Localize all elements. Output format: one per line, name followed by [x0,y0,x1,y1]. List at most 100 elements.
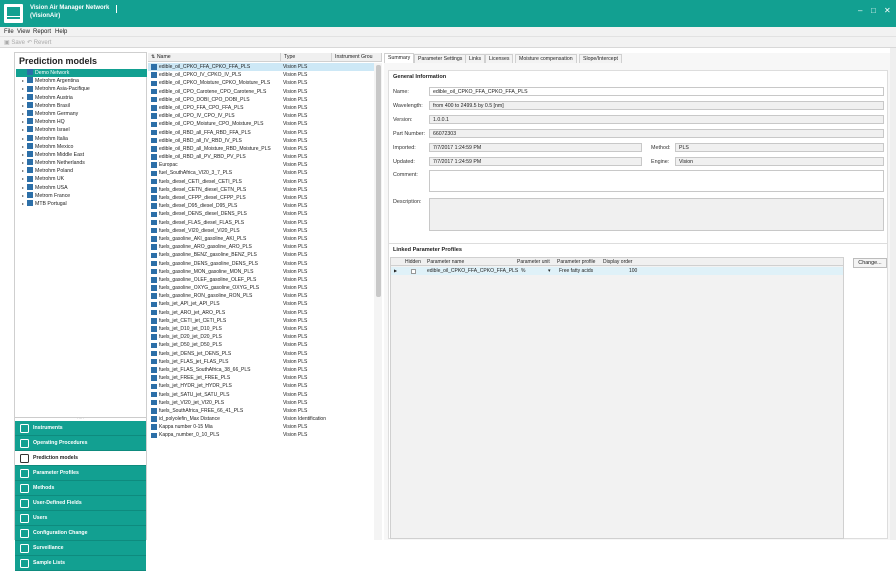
list-item[interactable]: fuels_diesel_CFPP_diesel_CFPP_PLS Vision … [148,194,374,202]
menu-help[interactable]: Help [55,29,67,35]
maximize-button[interactable]: □ [871,6,876,15]
nav-button[interactable]: Instruments [15,421,146,436]
list-item[interactable]: fuels_jet_FLAS_SouthAfrica_38_66_PLS Visi… [148,366,374,374]
unit-dropdown-arrow-icon[interactable]: ▾ [548,267,551,275]
list-item[interactable]: fuels_gasoline_MON_gasoline_MON_PLS Visio… [148,268,374,276]
list-item[interactable]: fuels_jet_API_jet_API_PLS Vision PLS [148,300,374,308]
tab-summary[interactable]: Summary [384,53,415,63]
column-parameter-profile[interactable]: Parameter profile [557,258,595,266]
nav-button[interactable]: Parameter Profiles [15,466,146,481]
list-item[interactable]: id_polyolefin_Max Distance Vision Identif… [148,415,374,423]
list-item[interactable]: fuels_SouthAfrica_FREE_66_41_PLS Vision P… [148,407,374,415]
list-item[interactable]: edible_oil_RBD_all_PV_RBD_PV_PLS Vision P… [148,153,374,161]
nav-splitter[interactable]: ····· [15,417,146,421]
linked-parameter-unit[interactable]: % [521,267,525,275]
list-item[interactable]: Europac Vision PLS [148,161,374,169]
column-instrument-group[interactable]: Instrument Grou [332,53,382,62]
tab-parameter-settings[interactable]: Parameter Settings [414,54,467,63]
close-button[interactable]: ✕ [884,6,891,15]
nav-button[interactable]: Users [15,511,146,526]
name-field[interactable]: edible_oil_CPKO_FFA_CPKO_FFA_PLS [429,87,884,96]
tab-licenses[interactable]: Licenses [485,54,514,63]
list-item[interactable]: edible_oil_CPO_Moisture_CPO_Moisture_PLS… [148,120,374,128]
list-item[interactable]: fuels_gasoline_ARO_gasoline_ARO_PLS Visio… [148,243,374,251]
linked-profile-row[interactable]: ▶ edible_oil_CPKO_FFA_CPKO_FFA_PLS % ▾ F… [391,267,843,275]
tree-item[interactable]: ▸ Metrohm Germany [16,110,147,118]
list-item[interactable]: fuels_gasoline_DENS_gasoline_DENS_PLS Vis… [148,260,374,268]
nav-button[interactable]: Prediction models [15,451,146,466]
list-item[interactable]: fuels_diesel_CETN_diesel_CETN_PLS Vision … [148,186,374,194]
list-item[interactable]: fuels_gasoline_OLEF_gasoline_OLEF_PLS Vis… [148,276,374,284]
tree-item[interactable]: ▸ Metrohm Italia [16,134,147,143]
column-type[interactable]: Type [281,53,332,62]
list-item[interactable]: edible_oil_RBD_all_Moisture_RBD_Moisture… [148,145,374,153]
list-item[interactable]: edible_oil_CPO_DOBI_CPO_DOBI_PLS Vision P… [148,96,374,104]
tree-item[interactable]: ▸ Metrohm HQ [16,118,147,126]
list-item[interactable]: fuels_jet_CETI_jet_CETI_PLS Vision PLS [148,317,374,325]
list-item[interactable]: fuels_jet_FREE_jet_FREE_PLS Vision PLS [148,374,374,382]
tree-item[interactable]: ▸ Metrohm Poland [16,167,147,175]
list-item[interactable]: Kappa_number_0_10_PLS Vision PLS [148,431,374,439]
list-item[interactable]: fuels_jet_D10_jet_D10_PLS Vision PLS [148,325,374,333]
tree-item[interactable]: ▸ Metrohm Brasil [16,101,147,110]
list-item[interactable]: fuels_jet_FLAS_jet_FLAS_PLS Vision PLS [148,358,374,366]
list-scrollbar[interactable] [374,63,382,540]
column-hidden[interactable]: Hidden [405,258,421,266]
list-item[interactable]: fuels_jet_D20_jet_D20_PLS Vision PLS [148,333,374,341]
list-item[interactable]: Kappa number 0-15 Mia Vision PLS [148,423,374,431]
tree-item[interactable]: ▸ Metrohm Asia-Pacifique [16,85,147,93]
nav-button[interactable]: Operating Procedures [15,436,146,451]
change-button[interactable]: Change... [853,258,887,268]
tree-item[interactable]: ▸ Metrom France [16,191,147,200]
nav-button[interactable]: Surveillance [15,541,146,556]
list-scroll-thumb[interactable] [375,65,381,297]
tree-item[interactable]: ▸ Metrohm Netherlands [16,159,147,167]
list-item[interactable]: fuels_gasoline_RON_gasoline_RON_PLS Visio… [148,292,374,300]
revert-button[interactable]: ↶ Revert [27,39,51,46]
list-item[interactable]: fuels_jet_VI20_jet_VI20_PLS Vision PLS [148,399,374,407]
tab-links[interactable]: Links [465,54,486,63]
minimize-button[interactable]: – [858,6,862,15]
list-item[interactable]: fuels_jet_HYDR_jet_HYDR_PLS Vision PLS [148,382,374,390]
tab-moisture-compensation[interactable]: Moisture compensation [515,54,577,63]
list-item[interactable]: edible_oil_CPKO_IV_CPKO_IV_PLS Vision PLS [148,71,374,79]
nav-button[interactable]: Methods [15,481,146,496]
save-button[interactable]: ▣ Save [4,39,25,46]
list-item[interactable]: fuels_diesel_DENS_diesel_DENS_PLS Vision … [148,210,374,218]
tree-item[interactable]: ▸ Metrohm Austria [16,93,147,102]
nav-button[interactable]: Sample Lists [15,556,146,571]
list-item[interactable]: fuels_gasoline_OXYG_gasoline_OXYG_PLS Vis… [148,284,374,292]
list-item[interactable]: edible_oil_CPO_IV_CPO_IV_PLS Vision PLS [148,112,374,120]
list-item[interactable]: fuels_jet_ARO_jet_ARO_PLS Vision PLS [148,309,374,317]
column-parameter-unit[interactable]: Parameter unit [517,258,550,266]
list-item[interactable]: edible_oil_CPKO_Moisture_CPKO_Moisture_P… [148,79,374,87]
tree-item[interactable]: ▸ Metrohm Mexico [16,142,147,151]
comment-field[interactable] [429,170,884,192]
list-item[interactable]: fuels_gasoline_AKI_gasoline_AKI_PLS Visio… [148,235,374,243]
column-parameter-name[interactable]: Parameter name [427,258,464,266]
list-item[interactable]: fuel_SouthAfrica_VI20_3_7_PLS Vision PLS [148,169,374,177]
list-item[interactable]: edible_oil_CPO_FFA_CPO_FFA_PLS Vision PLS [148,104,374,112]
list-item[interactable]: fuels_jet_DENS_jet_DENS_PLS Vision PLS [148,350,374,358]
list-item[interactable]: edible_oil_RBD_all_IV_RBD_IV_PLS Vision P… [148,137,374,145]
linked-display-order[interactable]: 100 [629,267,637,275]
tree-item[interactable]: ▸ Metrohm Israel [16,126,147,134]
hidden-checkbox[interactable] [411,268,416,274]
list-item[interactable]: fuels_diesel_CETI_diesel_CETI_PLS Vision … [148,178,374,186]
column-display-order[interactable]: Display order [603,258,632,266]
tree-item[interactable]: ▸ Metrohm UK [16,175,147,183]
menu-view[interactable]: View [17,29,30,35]
tree-item[interactable]: ▸ Metrohm Argentina [16,77,147,85]
nav-button[interactable]: Configuration Change [15,526,146,541]
tree-item[interactable]: ▸ Metrohm USA [16,183,147,192]
list-item[interactable]: edible_oil_CPKO_FFA_CPKO_FFA_PLS Vision P… [148,63,374,72]
list-item[interactable]: fuels_jet_SATU_jet_SATU_PLS Vision PLS [148,391,374,399]
menu-file[interactable]: File [4,29,14,35]
tree-item[interactable]: ▸ Metrohm Middle East [16,151,147,159]
column-name[interactable]: ⇅ Name [148,53,281,62]
tab-slope-intercept[interactable]: Slope/Intercept [579,54,622,63]
list-item[interactable]: fuels_jet_D50_jet_D50_PLS Vision PLS [148,341,374,349]
list-item[interactable]: fuels_diesel_VI20_diesel_VI20_PLS Vision … [148,227,374,235]
list-item[interactable]: fuels_diesel_D95_diesel_D95_PLS Vision PL… [148,202,374,210]
nav-button[interactable]: User-Defined Fields [15,496,146,511]
